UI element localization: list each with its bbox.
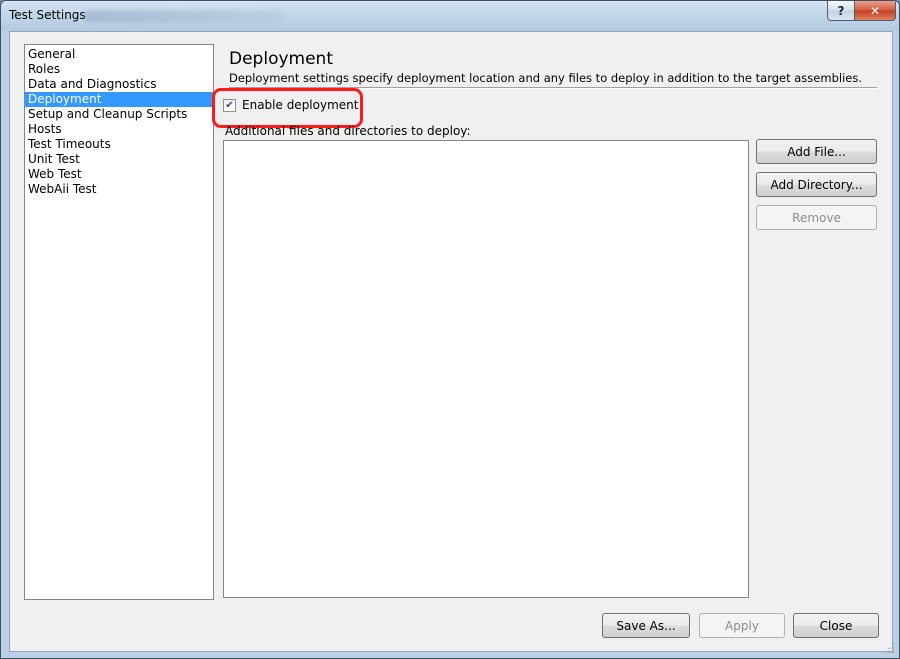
- add-directory-button[interactable]: Add Directory...: [756, 172, 877, 197]
- nav-item-webaii-test[interactable]: WebAii Test: [25, 182, 213, 197]
- nav-item-web-test[interactable]: Web Test: [25, 167, 213, 182]
- nav-item-hosts[interactable]: Hosts: [25, 122, 213, 137]
- nav-item-unit-test[interactable]: Unit Test: [25, 152, 213, 167]
- files-list[interactable]: [223, 140, 749, 598]
- apply-button[interactable]: Apply: [699, 613, 785, 638]
- window-close-button[interactable]: ✕: [854, 1, 896, 21]
- nav-item-deployment[interactable]: Deployment: [25, 92, 213, 107]
- nav-item-general[interactable]: General: [25, 47, 213, 62]
- nav-item-roles[interactable]: Roles: [25, 62, 213, 77]
- remove-button[interactable]: Remove: [756, 205, 877, 230]
- title-bar[interactable]: Test Settings ? ✕: [1, 1, 899, 31]
- section-title: Deployment: [229, 49, 333, 69]
- add-file-button[interactable]: Add File...: [756, 139, 877, 164]
- dialog-client-area: General Roles Data and Diagnostics Deplo…: [9, 31, 893, 652]
- highlight-ring: [212, 88, 363, 128]
- save-as-button[interactable]: Save As...: [602, 613, 690, 638]
- nav-item-setup-and-cleanup-scripts[interactable]: Setup and Cleanup Scripts: [25, 107, 213, 122]
- nav-item-data-and-diagnostics[interactable]: Data and Diagnostics: [25, 77, 213, 92]
- nav-item-test-timeouts[interactable]: Test Timeouts: [25, 137, 213, 152]
- blurred-title-path: [83, 10, 283, 22]
- help-button[interactable]: ?: [827, 1, 855, 21]
- window-title: Test Settings: [9, 8, 86, 22]
- files-list-label: Additional files and directories to depl…: [225, 124, 471, 138]
- settings-category-list[interactable]: General Roles Data and Diagnostics Deplo…: [24, 44, 214, 600]
- close-button[interactable]: Close: [793, 613, 879, 638]
- section-description: Deployment settings specify deployment l…: [229, 71, 862, 85]
- test-settings-dialog: Test Settings ? ✕ General Roles Data and…: [0, 0, 900, 659]
